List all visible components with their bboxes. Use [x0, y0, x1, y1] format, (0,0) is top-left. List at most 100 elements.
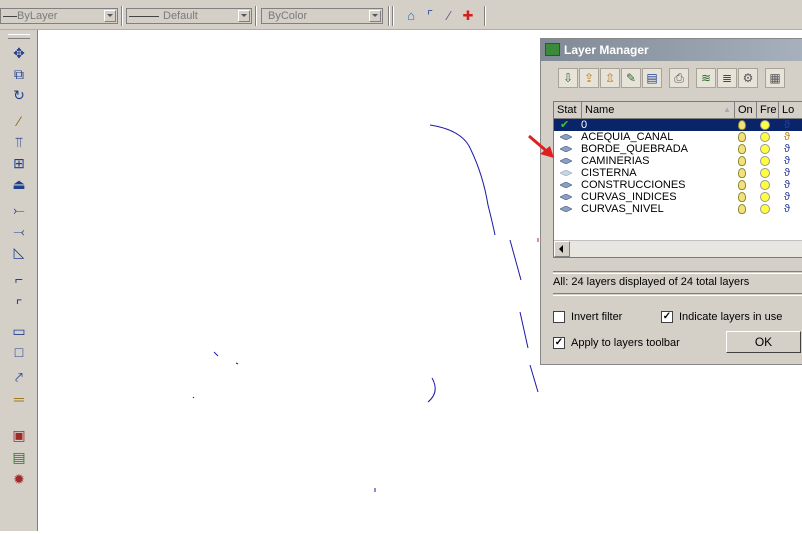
column-status[interactable]: Stat: [554, 102, 582, 118]
erase-icon[interactable]: ⁄: [10, 112, 28, 130]
edit-icon[interactable]: ▤: [10, 448, 28, 466]
layer-thaw-sun-icon[interactable]: [760, 144, 770, 154]
copy-icon[interactable]: ⧉: [10, 65, 28, 83]
layer-unlocked-icon[interactable]: ϑ: [784, 143, 798, 155]
column-name[interactable]: Name ▲: [582, 102, 735, 118]
layer-options-icon[interactable]: ▦: [765, 68, 785, 88]
chamfer-icon[interactable]: ⌐: [10, 270, 28, 288]
layer-on-bulb-icon[interactable]: [738, 180, 746, 190]
layer-thaw-sun-icon[interactable]: [760, 192, 770, 202]
layer-unlocked-icon[interactable]: ϑ: [784, 203, 798, 215]
ok-button[interactable]: OK: [726, 331, 801, 353]
layer-thaw-sun-icon[interactable]: [760, 156, 770, 166]
match-properties-icon[interactable]: ⌂: [403, 9, 419, 23]
layer-row[interactable]: ACEQUIA_CANAL ϑ: [554, 131, 802, 143]
properties-icon[interactable]: ▣: [10, 426, 28, 444]
column-name-label: Name: [585, 104, 615, 116]
restore-layer-state-icon[interactable]: ⇫: [600, 68, 620, 88]
line-swatch-icon: [3, 16, 17, 17]
divider: [553, 271, 802, 274]
layer-on-bulb-icon[interactable]: [738, 204, 746, 214]
mirror-icon[interactable]: ⫪: [10, 133, 28, 151]
contour-line: [213, 351, 219, 357]
layer-row[interactable]: BORDE_QUEBRADA ϑ: [554, 143, 802, 155]
layer-tools-icon[interactable]: ⚙: [738, 68, 758, 88]
dropdown-arrow-icon[interactable]: [238, 10, 250, 22]
horizontal-scrollbar[interactable]: [554, 240, 802, 257]
join-icon[interactable]: ⤤: [10, 368, 28, 386]
layer-thaw-sun-icon[interactable]: [760, 204, 770, 214]
layer-row[interactable]: CAMINERIAS ϑ: [554, 155, 802, 167]
layer-thaw-sun-icon[interactable]: [760, 180, 770, 190]
toolbar-separator: [255, 6, 257, 26]
invert-filter-checkbox[interactable]: [553, 311, 565, 323]
divider: [553, 293, 802, 296]
layer-row[interactable]: CURVAS_NIVEL ϑ: [554, 203, 802, 215]
layer-unlocked-icon[interactable]: ϑ: [784, 119, 798, 131]
contour-line: [427, 377, 436, 403]
layer-filter-icon[interactable]: ≣: [717, 68, 737, 88]
break-icon[interactable]: ═: [10, 390, 28, 408]
layer-combo[interactable]: ByLayer: [0, 8, 118, 24]
offset-icon[interactable]: ⏏: [10, 175, 28, 193]
layer-on-bulb-icon[interactable]: [738, 192, 746, 202]
fillet-icon[interactable]: ⌜: [10, 296, 28, 314]
layer-unlocked-icon[interactable]: ϑ: [784, 191, 798, 203]
make-current-icon[interactable]: ⌜: [422, 9, 438, 23]
layer-name: CURVAS_NIVEL: [581, 203, 664, 215]
layer-on-bulb-icon[interactable]: [738, 156, 746, 166]
layer-on-bulb-icon[interactable]: [738, 168, 746, 178]
apply-to-toolbar-checkbox[interactable]: ✓: [553, 337, 565, 349]
layer-name: CURVAS_INDICES: [581, 191, 677, 203]
column-freeze-label: Fre: [760, 104, 777, 116]
layer-row[interactable]: CONSTRUCCIONES ϑ: [554, 179, 802, 191]
column-freeze[interactable]: Fre: [757, 102, 779, 118]
layer-on-bulb-icon[interactable]: [738, 132, 746, 142]
layer-thaw-sun-icon[interactable]: [760, 132, 770, 142]
layer-on-bulb-icon[interactable]: [738, 144, 746, 154]
toolbar-separator: [388, 6, 390, 26]
save-icon[interactable]: ▤: [642, 68, 662, 88]
layer-unlocked-icon[interactable]: ϑ: [784, 167, 798, 179]
trim-icon[interactable]: ⤚: [10, 201, 28, 219]
layer-locked-icon[interactable]: ϑ: [784, 131, 798, 143]
stretch-icon[interactable]: ◺: [10, 243, 28, 261]
print-icon[interactable]: ⎙: [669, 68, 689, 88]
toolbar-grip[interactable]: [8, 34, 30, 39]
layer-row[interactable]: ✔ 0 ϑ: [554, 119, 802, 131]
dialog-titlebar[interactable]: Layer Manager: [541, 39, 802, 61]
rectangle-icon[interactable]: ▭: [10, 322, 28, 340]
rotate-icon[interactable]: ↻: [10, 86, 28, 104]
annotation-arrow-icon: [528, 134, 554, 158]
column-on[interactable]: On: [735, 102, 757, 118]
layers-icon[interactable]: ≋: [696, 68, 716, 88]
dropdown-arrow-icon[interactable]: [369, 10, 381, 22]
layer-sheet-icon: [560, 194, 572, 200]
layer-thaw-sun-icon[interactable]: [760, 120, 770, 130]
dropdown-arrow-icon[interactable]: [104, 10, 116, 22]
layer-row[interactable]: CURVAS_INDICES ϑ: [554, 191, 802, 203]
scroll-left-button[interactable]: [554, 241, 570, 257]
save-layer-state-icon[interactable]: ⇪: [579, 68, 599, 88]
layer-unlocked-icon[interactable]: ϑ: [784, 179, 798, 191]
layer-on-bulb-icon[interactable]: [738, 120, 746, 130]
target-layer-icon[interactable]: ✚: [460, 9, 476, 23]
explode-icon[interactable]: ✹: [10, 470, 28, 488]
layer-tool-icon[interactable]: ⁄: [441, 9, 457, 23]
indicate-layers-checkbox[interactable]: ✓: [661, 311, 673, 323]
move-icon[interactable]: ✥: [10, 44, 28, 62]
linetype-combo[interactable]: Default: [126, 8, 252, 24]
color-combo[interactable]: ByColor: [261, 8, 383, 24]
column-lock[interactable]: Lo: [779, 102, 802, 118]
linetype-combo-value: Default: [163, 10, 198, 22]
contour-line: [509, 239, 522, 281]
extend-icon[interactable]: ⤙: [10, 222, 28, 240]
box-icon[interactable]: □: [10, 343, 28, 361]
layer-unlocked-icon[interactable]: ϑ: [784, 155, 798, 167]
array-icon[interactable]: ⊞: [10, 154, 28, 172]
new-layer-state-icon[interactable]: ⇩: [558, 68, 578, 88]
layer-sheet-icon: [560, 182, 572, 188]
layer-row[interactable]: CISTERNA ϑ: [554, 167, 802, 179]
edit-layer-state-icon[interactable]: ✎: [621, 68, 641, 88]
layer-thaw-sun-icon[interactable]: [760, 168, 770, 178]
